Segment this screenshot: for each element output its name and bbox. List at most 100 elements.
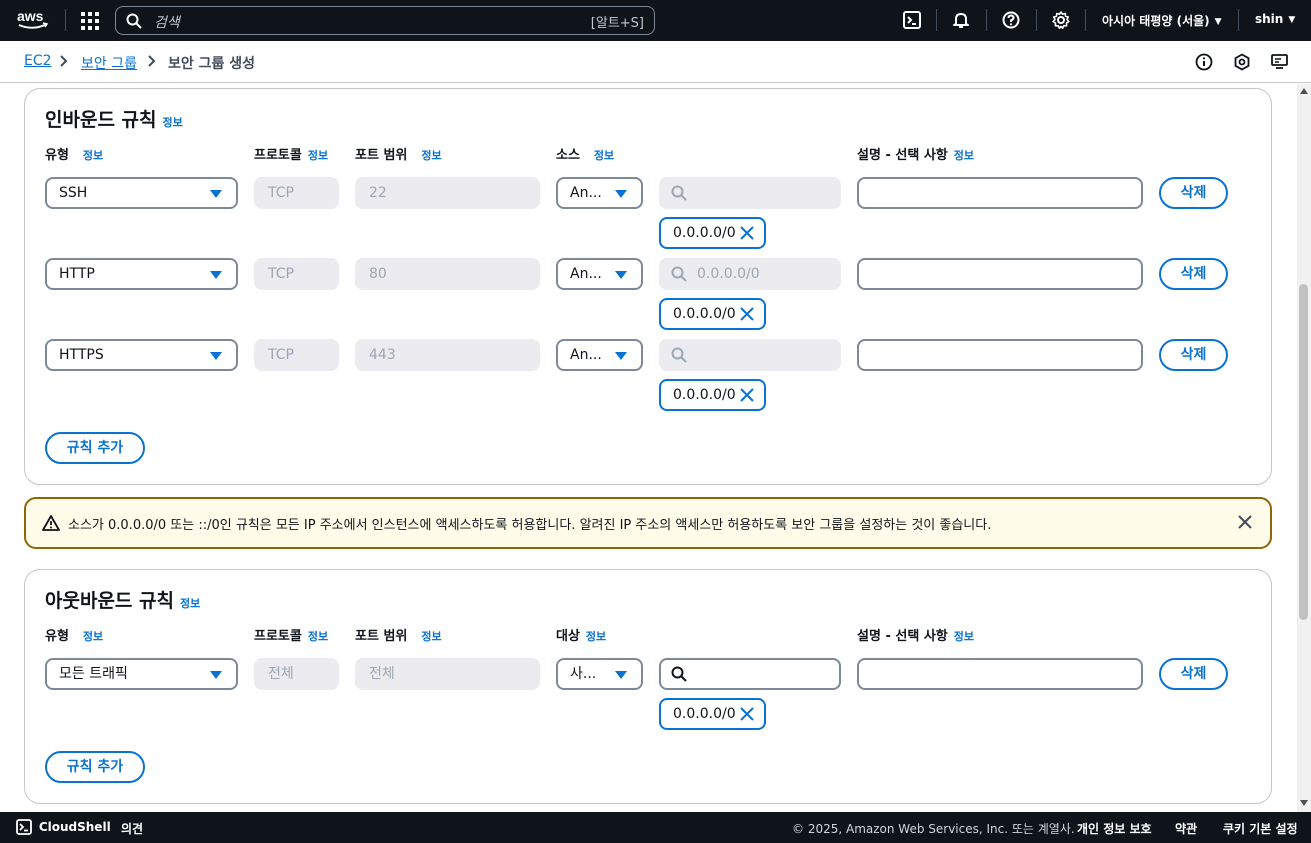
- warning-alert: 소스가 0.0.0.0/0 또는 ::/0인 규칙은 모든 IP 주소에서 인스…: [24, 497, 1272, 549]
- info-link[interactable]: 정보: [180, 597, 200, 610]
- cloudshell-icon: [16, 819, 32, 835]
- apps-grid-icon[interactable]: [81, 12, 99, 30]
- info-link[interactable]: 정보: [83, 630, 103, 643]
- info-link[interactable]: 정보: [594, 149, 614, 162]
- scroll-down-arrow-icon[interactable]: [1300, 800, 1308, 806]
- close-icon[interactable]: [740, 307, 754, 321]
- description-input[interactable]: [857, 339, 1143, 371]
- rule-type-value: SSH: [59, 185, 88, 201]
- caret-down-icon: [615, 190, 627, 198]
- search-input[interactable]: 검색 [알트+S]: [115, 6, 655, 35]
- help-icon[interactable]: [1002, 11, 1020, 29]
- col-description-label: 설명 - 선택 사항: [857, 629, 948, 644]
- scrollbar-thumb[interactable]: [1299, 284, 1308, 620]
- col-protocol-label: 프로토콜: [254, 148, 302, 163]
- source-type-value: An...: [570, 347, 602, 363]
- col-description-label: 설명 - 선택 사항: [857, 148, 948, 163]
- search-icon: [671, 185, 687, 201]
- info-link[interactable]: 정보: [308, 149, 328, 162]
- caret-down-icon: [615, 271, 627, 279]
- svg-text:aws: aws: [17, 8, 44, 24]
- cidr-token-label: 0.0.0.0/0: [673, 387, 736, 403]
- source-type-select[interactable]: An...: [556, 258, 643, 290]
- breadcrumb-ec2[interactable]: EC2: [24, 53, 52, 69]
- cidr-token-label: 0.0.0.0/0: [673, 706, 736, 722]
- close-icon[interactable]: [740, 707, 754, 721]
- col-header-type: 유형 정보: [45, 625, 103, 644]
- info-link[interactable]: 정보: [421, 630, 441, 643]
- description-input[interactable]: [857, 658, 1143, 690]
- outbound-title-text: 아웃바운드 규칙: [45, 590, 174, 612]
- destination-cidr-search[interactable]: [659, 658, 841, 690]
- notifications-bell-icon[interactable]: [952, 11, 970, 29]
- close-icon[interactable]: [740, 226, 754, 240]
- col-header-protocol: 프로토콜 정보: [254, 625, 328, 644]
- col-protocol-label: 프로토콜: [254, 629, 302, 644]
- rule-type-select[interactable]: SSH: [45, 177, 238, 209]
- source-cidr-search[interactable]: [659, 177, 841, 209]
- breadcrumb-current: 보안 그룹 생성: [168, 56, 256, 72]
- settings-gear-icon[interactable]: [1052, 11, 1070, 29]
- scroll-up-arrow-icon[interactable]: [1300, 88, 1308, 94]
- rule-type-select[interactable]: HTTPS: [45, 339, 238, 371]
- info-link[interactable]: 정보: [421, 149, 441, 162]
- port-range-field: 80: [355, 258, 540, 290]
- breadcrumb-security-groups[interactable]: 보안 그룹: [81, 53, 137, 73]
- caret-down-icon: ▼: [1288, 15, 1296, 25]
- cidr-token: 0.0.0.0/0: [659, 217, 766, 249]
- add-rule-button[interactable]: 규칙 추가: [45, 751, 145, 783]
- rule-type-select[interactable]: 모든 트래픽: [45, 658, 238, 690]
- source-cidr-search[interactable]: [659, 339, 841, 371]
- chevron-right-icon: [148, 55, 156, 67]
- feedback-link[interactable]: 의견: [121, 820, 143, 837]
- cloudshell-icon[interactable]: [903, 11, 921, 29]
- info-link[interactable]: 정보: [954, 149, 974, 162]
- cloudshell-label: CloudShell: [38, 820, 111, 834]
- col-header-source: 소스 정보: [556, 144, 614, 163]
- search-icon: [126, 13, 142, 29]
- info-link[interactable]: 정보: [586, 630, 606, 643]
- user-menu[interactable]: shin ▼: [1255, 12, 1295, 26]
- source-cidr-search[interactable]: 0.0.0.0/0: [659, 258, 841, 290]
- info-link[interactable]: 정보: [163, 116, 183, 129]
- cloudshell-link[interactable]: CloudShell: [16, 819, 111, 835]
- cookie-preferences-link[interactable]: 쿠키 기본 설정: [1223, 820, 1298, 837]
- delete-rule-button[interactable]: 삭제: [1159, 258, 1228, 290]
- privacy-link[interactable]: 개인 정보 보호: [1077, 820, 1152, 837]
- source-type-select[interactable]: An...: [556, 177, 643, 209]
- add-rule-button[interactable]: 규칙 추가: [45, 432, 145, 464]
- aws-logo[interactable]: aws: [16, 8, 50, 32]
- destination-type-value: 사...: [570, 666, 597, 682]
- rule-type-value: 모든 트래픽: [59, 666, 128, 682]
- hexagon-icon[interactable]: [1233, 53, 1251, 71]
- delete-rule-button[interactable]: 삭제: [1159, 339, 1228, 371]
- close-icon[interactable]: [740, 388, 754, 402]
- scrollbar[interactable]: [1297, 84, 1311, 812]
- protocol-field: 전체: [254, 658, 339, 690]
- close-icon[interactable]: [1238, 515, 1252, 529]
- outbound-rules-title: 아웃바운드 규칙 정보: [45, 586, 200, 613]
- port-range-field: 전체: [355, 658, 540, 690]
- delete-rule-button[interactable]: 삭제: [1159, 177, 1228, 209]
- cidr-token-label: 0.0.0.0/0: [673, 306, 736, 322]
- info-icon[interactable]: [1195, 53, 1213, 71]
- delete-rule-button[interactable]: 삭제: [1159, 658, 1228, 690]
- destination-type-select[interactable]: 사...: [556, 658, 643, 690]
- source-type-select[interactable]: An...: [556, 339, 643, 371]
- caret-down-icon: [615, 671, 627, 679]
- nav-divider: [986, 9, 987, 31]
- info-link[interactable]: 정보: [954, 630, 974, 643]
- col-header-protocol: 프로토콜 정보: [254, 144, 328, 163]
- col-destination-label: 대상: [556, 629, 580, 644]
- terms-link[interactable]: 약관: [1175, 820, 1197, 837]
- region-selector[interactable]: 아시아 태평양 (서울) ▼: [1102, 12, 1222, 29]
- rule-type-select[interactable]: HTTP: [45, 258, 238, 290]
- col-header-description: 설명 - 선택 사항 정보: [857, 144, 974, 163]
- info-link[interactable]: 정보: [308, 630, 328, 643]
- description-input[interactable]: [857, 258, 1143, 290]
- cidr-token: 0.0.0.0/0: [659, 298, 766, 330]
- inbound-rules-title: 인바운드 규칙 정보: [45, 105, 183, 132]
- info-link[interactable]: 정보: [83, 149, 103, 162]
- screen-feedback-icon[interactable]: [1271, 53, 1289, 71]
- description-input[interactable]: [857, 177, 1143, 209]
